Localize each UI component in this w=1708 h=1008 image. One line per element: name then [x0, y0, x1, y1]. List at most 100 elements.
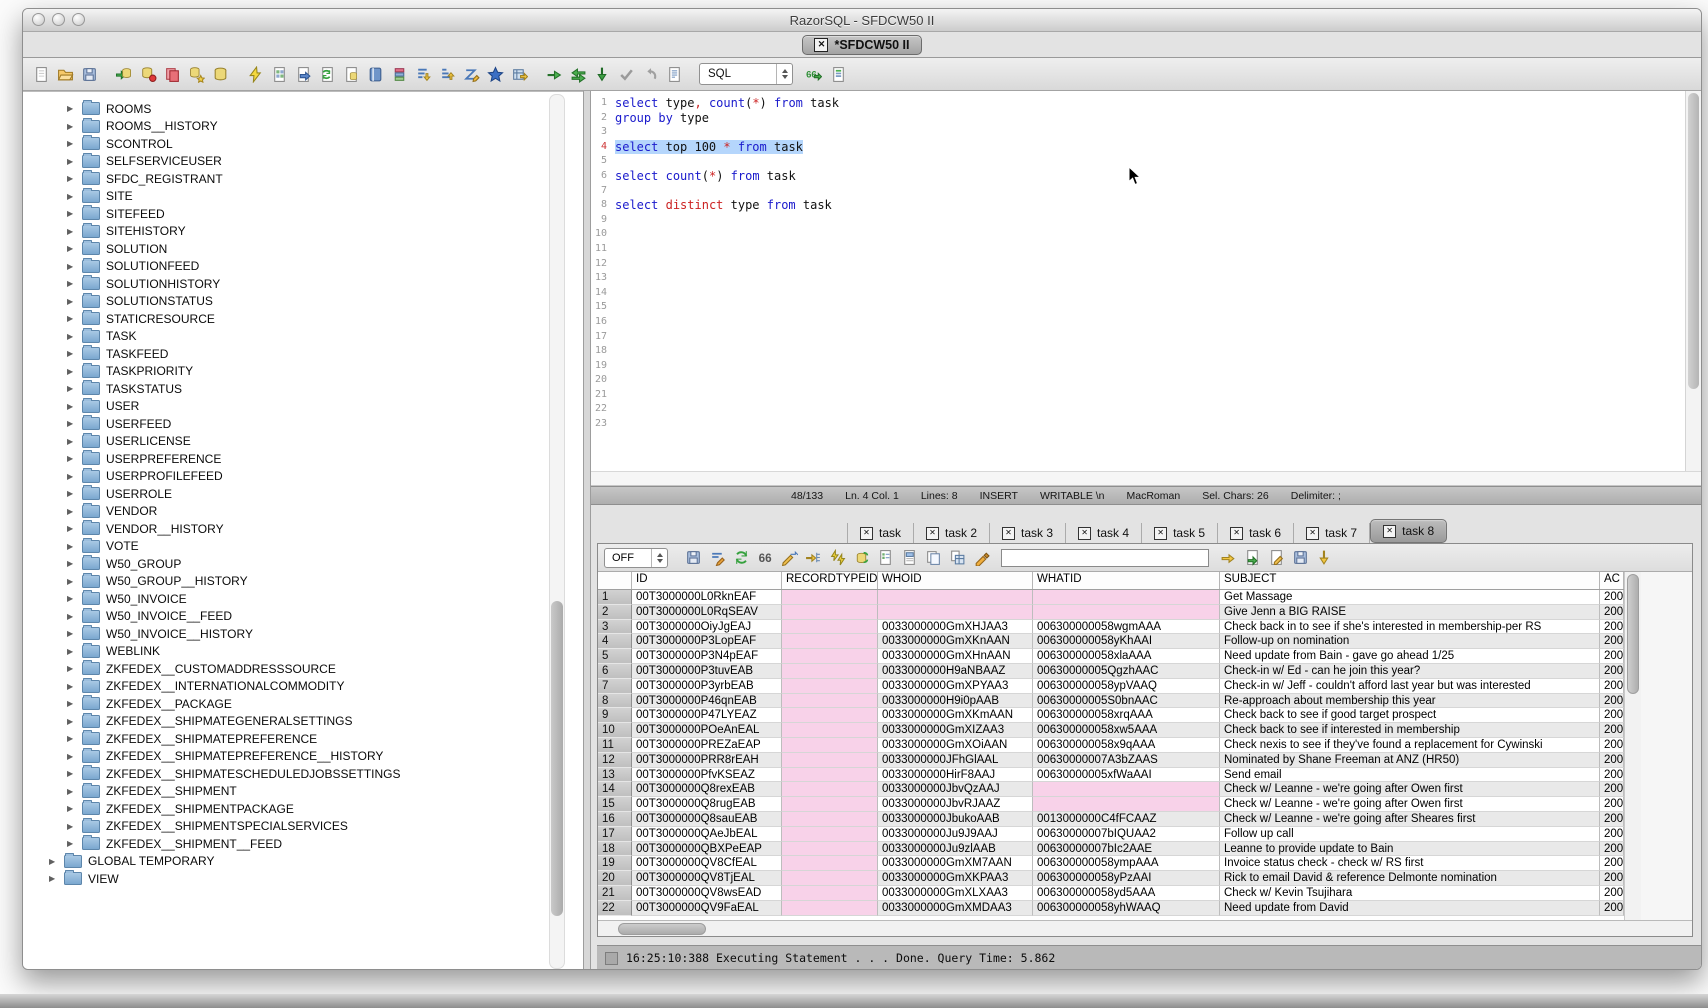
disclosure-triangle-icon[interactable]: ▶ [67, 244, 76, 253]
copy-results-icon[interactable] [162, 64, 183, 85]
disclosure-triangle-icon[interactable]: ▶ [67, 839, 76, 848]
row-details-icon[interactable] [899, 547, 920, 568]
tree-item-vendor[interactable]: ▶VENDOR [23, 503, 583, 521]
table-row[interactable]: 1600T3000000Q8sauEAB0033000000JbukoAAB00… [598, 812, 1624, 827]
disclosure-triangle-icon[interactable]: ▶ [67, 349, 76, 358]
tree-scrollbar[interactable] [549, 94, 565, 969]
close-tab-icon[interactable]: ✕ [1230, 527, 1243, 540]
tree-item-taskpriority[interactable]: ▶TASKPRIORITY [23, 363, 583, 381]
column-header-id[interactable]: ID [632, 572, 782, 589]
table-row[interactable]: 400T3000000P3LopEAF0033000000GmXKnAAN006… [598, 634, 1624, 649]
tree-item-w50-group-history[interactable]: ▶W50_GROUP__HISTORY [23, 573, 583, 591]
disclosure-triangle-icon[interactable]: ▶ [67, 227, 76, 236]
sort-ascending-icon[interactable] [437, 64, 458, 85]
editor-horizontal-scrollbar[interactable] [591, 471, 1701, 486]
tree-item-sitefeed[interactable]: ▶SITEFEED [23, 205, 583, 223]
disclosure-triangle-icon[interactable]: ▶ [67, 104, 76, 113]
tree-item-zkfedex-shipmatepreference-history[interactable]: ▶ZKFEDEX__SHIPMATEPREFERENCE__HISTORY [23, 748, 583, 766]
table-row[interactable]: 1300T3000000PfvKSEAZ0033000000HirF8AAJ00… [598, 768, 1624, 783]
generate-sql-icon[interactable] [827, 547, 848, 568]
edit-notes-icon[interactable] [1266, 547, 1287, 568]
close-tab-icon[interactable]: ✕ [1383, 525, 1396, 538]
tree-item-selfserviceuser[interactable]: ▶SELFSERVICEUSER [23, 153, 583, 171]
column-info-icon[interactable] [389, 64, 410, 85]
tree-item-w50-invoice[interactable]: ▶W50_INVOICE [23, 590, 583, 608]
tree-item-user[interactable]: ▶USER [23, 398, 583, 416]
tree-item-solution[interactable]: ▶SOLUTION [23, 240, 583, 258]
zoom-window-button[interactable] [72, 13, 85, 26]
disclosure-triangle-icon[interactable]: ▶ [67, 489, 76, 498]
tree-item-zkfedex-shipmatescheduledjobssettings[interactable]: ▶ZKFEDEX__SHIPMATESCHEDULEDJOBSSETTINGS [23, 765, 583, 783]
column-header-subject[interactable]: SUBJECT [1220, 572, 1600, 589]
disclosure-triangle-icon[interactable]: ▶ [67, 122, 76, 131]
refresh-table-icon[interactable] [851, 547, 872, 568]
result-tab-task-7[interactable]: ✕task 7 [1294, 523, 1370, 543]
tree-item-rooms-history[interactable]: ▶ROOMS__HISTORY [23, 118, 583, 136]
execute-sql-icon[interactable] [245, 64, 266, 85]
result-tab-task[interactable]: ✕task [847, 523, 914, 543]
sort-descending-icon[interactable] [413, 64, 434, 85]
filter-results-icon[interactable] [707, 547, 728, 568]
disclosure-triangle-icon[interactable]: ▶ [67, 524, 76, 533]
disclosure-triangle-icon[interactable]: ▶ [67, 262, 76, 271]
result-tab-task-5[interactable]: ✕task 5 [1142, 523, 1218, 543]
disclosure-triangle-icon[interactable]: ▶ [67, 472, 76, 481]
disclosure-triangle-icon[interactable]: ▶ [67, 332, 76, 341]
insert-row-icon[interactable] [803, 547, 824, 568]
close-document-icon[interactable]: ✕ [814, 38, 828, 52]
stepper-icon[interactable] [776, 64, 792, 84]
disclosure-triangle-icon[interactable]: ▶ [67, 629, 76, 638]
connect-database-icon[interactable] [114, 64, 135, 85]
table-row[interactable]: 2000T3000000QV8TjEAL0033000000GmXKPAA300… [598, 871, 1624, 886]
table-vertical-scrollbar[interactable] [1624, 572, 1641, 920]
table-row[interactable]: 2200T3000000QV9FaEAL0033000000GmXMDAA300… [598, 901, 1624, 916]
tree-item-taskfeed[interactable]: ▶TASKFEED [23, 345, 583, 363]
table-row[interactable]: 300T3000000OiyJgEAJ0033000000GmXHJAA3006… [598, 620, 1624, 635]
tree-item-staticresource[interactable]: ▶STATICRESOURCE [23, 310, 583, 328]
result-tab-task-2[interactable]: ✕task 2 [914, 523, 990, 543]
view-row-icon[interactable]: 66 [755, 547, 776, 568]
close-tab-icon[interactable]: ✕ [860, 527, 873, 540]
tree-item-userfeed[interactable]: ▶USERFEED [23, 415, 583, 433]
result-tab-task-8[interactable]: ✕task 8 [1370, 519, 1447, 543]
fetch-down-icon[interactable] [592, 64, 613, 85]
disclosure-triangle-icon[interactable]: ▶ [67, 752, 76, 761]
disconnect-database-icon[interactable] [138, 64, 159, 85]
describe-table-icon[interactable] [828, 64, 849, 85]
new-database-icon[interactable] [186, 64, 207, 85]
tree-item-view[interactable]: ▶VIEW [23, 870, 583, 888]
tree-item-zkfedex-shipment[interactable]: ▶ZKFEDEX__SHIPMENT [23, 783, 583, 801]
tree-item-solutionhistory[interactable]: ▶SOLUTIONHISTORY [23, 275, 583, 293]
disclosure-triangle-icon[interactable]: ▶ [67, 804, 76, 813]
sql-code-area[interactable]: select type, count(*) from taskgroup by … [615, 96, 1683, 213]
column-header-whatid[interactable]: WHATID [1033, 572, 1220, 589]
database-object-tree[interactable]: ▶ROOMS▶ROOMS__HISTORY▶SCONTROL▶SELFSERVI… [23, 91, 583, 970]
results-search-input[interactable] [1001, 549, 1209, 567]
paste-rows-icon[interactable] [947, 547, 968, 568]
editor-scrollbar[interactable] [1685, 91, 1701, 471]
close-tab-icon[interactable]: ✕ [926, 527, 939, 540]
disclosure-triangle-icon[interactable]: ▶ [67, 559, 76, 568]
disclosure-triangle-icon[interactable]: ▶ [67, 192, 76, 201]
rollback-icon[interactable] [640, 64, 661, 85]
close-tab-icon[interactable]: ✕ [1078, 527, 1091, 540]
tree-item-solutionfeed[interactable]: ▶SOLUTIONFEED [23, 258, 583, 276]
table-row[interactable]: 1500T3000000Q8rugEAB0033000000JbvRJAAZCh… [598, 797, 1624, 812]
tree-item-task[interactable]: ▶TASK [23, 328, 583, 346]
disclosure-triangle-icon[interactable]: ▶ [67, 647, 76, 656]
disclosure-triangle-icon[interactable]: ▶ [67, 734, 76, 743]
sql-editor[interactable]: 1234567891011121314151617181920212223 se… [591, 91, 1701, 471]
tree-scrollbar-thumb[interactable] [551, 601, 563, 915]
column-header-recordtypeid[interactable]: RECORDTYPEID [782, 572, 878, 589]
title-bar[interactable]: RazorSQL - SFDCW50 II [23, 9, 1701, 32]
import-table-icon[interactable] [509, 64, 530, 85]
tree-item-rooms[interactable]: ▶ROOMS [23, 100, 583, 118]
disclosure-triangle-icon[interactable]: ▶ [49, 874, 58, 883]
table-row[interactable]: 1800T3000000QBXPeEAP0033000000Ju9zlAAB00… [598, 842, 1624, 857]
disclosure-triangle-icon[interactable]: ▶ [67, 717, 76, 726]
disclosure-triangle-icon[interactable]: ▶ [67, 769, 76, 778]
save-grid-icon[interactable] [1290, 547, 1311, 568]
disclosure-triangle-icon[interactable]: ▶ [67, 454, 76, 463]
disclosure-triangle-icon[interactable]: ▶ [67, 577, 76, 586]
table-row[interactable]: 700T3000000P3yrbEAB0033000000GmXPYAA3006… [598, 679, 1624, 694]
